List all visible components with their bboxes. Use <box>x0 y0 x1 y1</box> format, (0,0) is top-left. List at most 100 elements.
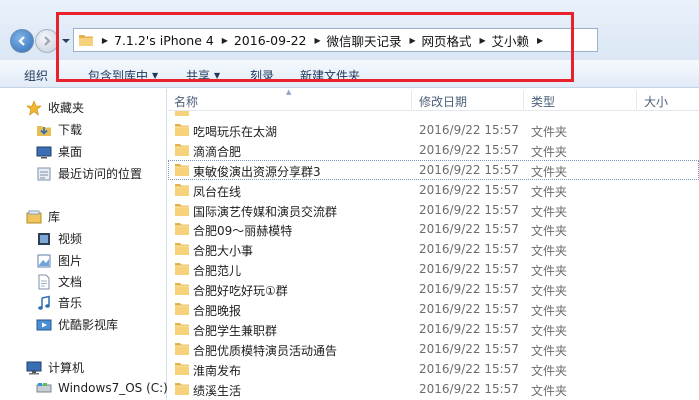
breadcrumb-item[interactable]: ▶ <box>534 36 546 45</box>
breadcrumb-item[interactable]: ▶ 微信聊天记录 <box>312 31 407 50</box>
file-name: 東敏俊演出资源分享群3 <box>193 164 321 179</box>
folder-icon <box>175 223 189 236</box>
back-button[interactable] <box>10 29 34 53</box>
sidebar-item-videos[interactable]: 视频 <box>36 230 82 247</box>
table-row[interactable]: 東敏俊演出资源分享群3 2016/9/22 15:57 文件夹 <box>168 159 699 180</box>
table-row[interactable]: 滴滴合肥 2016/9/22 15:57 文件夹 <box>168 140 699 160</box>
table-row[interactable]: 合肥晚报 2016/9/22 15:57 文件夹 <box>168 299 699 319</box>
chevron-right-icon[interactable]: ▶ <box>407 36 419 45</box>
sidebar-item-recent-places[interactable]: 最近访问的位置 <box>36 165 142 182</box>
breadcrumb-item[interactable]: ▶ 7.1.2's iPhone 4 <box>99 33 219 48</box>
burn-button[interactable]: 刻录 <box>250 67 274 84</box>
organize-button[interactable]: 组织 <box>24 67 48 84</box>
file-type: 文件夹 <box>531 164 568 179</box>
sidebar-item-desktop[interactable]: 桌面 <box>36 143 82 160</box>
table-row[interactable]: 合肥优质模特演员活动通告 2016/9/22 15:57 文件夹 <box>168 339 699 359</box>
sidebar-item-computer[interactable]: 计算机 <box>26 359 84 376</box>
file-modified-date: 2016/9/22 15:57 <box>419 122 519 137</box>
breadcrumb-item[interactable]: ▶ 艾小赖 <box>477 31 535 50</box>
file-type: 文件夹 <box>531 184 568 199</box>
table-row[interactable]: 国际演艺传媒和演员交流群 2016/9/22 15:57 文件夹 <box>168 200 699 220</box>
file-name: 凤台在线 <box>193 184 242 199</box>
star-icon <box>26 99 42 116</box>
column-divider[interactable] <box>523 91 524 109</box>
chevron-right-icon[interactable]: ▶ <box>312 36 324 45</box>
file-type: 文件夹 <box>531 264 568 279</box>
chevron-down-icon: ▼ <box>152 71 159 80</box>
table-row[interactable]: 淮南发布 2016/9/22 15:57 文件夹 <box>168 359 699 379</box>
table-row[interactable]: 凤台在线 2016/9/22 15:57 文件夹 <box>168 180 699 200</box>
file-type: 文件夹 <box>531 343 568 358</box>
new-folder-button[interactable]: 新建文件夹 <box>300 67 360 84</box>
sidebar-item-documents[interactable]: 文档 <box>36 273 82 290</box>
file-type: 文件夹 <box>531 304 568 318</box>
table-row[interactable]: 合肥大小事 2016/9/22 15:57 文件夹 <box>168 239 699 259</box>
breadcrumb-label[interactable]: 网页格式 <box>419 31 477 50</box>
table-row[interactable]: 合肥09～丽赫模特 2016/9/22 15:57 文件夹 <box>168 219 699 239</box>
breadcrumb-item[interactable]: ▶ 2016-09-22 <box>219 33 312 48</box>
file-name: 合肥学生兼职群 <box>193 323 278 338</box>
breadcrumb-label[interactable]: 艾小赖 <box>489 31 535 50</box>
file-modified-date: 2016/9/22 15:57 <box>419 282 519 297</box>
column-header-name[interactable]: 名称 <box>174 93 198 110</box>
file-modified-date: 2016/9/22 15:57 <box>419 381 519 396</box>
sidebar-label: 下载 <box>58 123 83 137</box>
title-area: ▶ 7.1.2's iPhone 4 ▶ 2016-09-22 ▶ 微信聊天记录… <box>0 0 699 60</box>
chevron-right-icon[interactable]: ▶ <box>534 36 546 45</box>
sidebar-label: 文档 <box>58 275 83 289</box>
folder-icon <box>175 283 189 296</box>
file-modified-date: 2016/9/22 15:57 <box>419 162 519 177</box>
file-modified-date: 2016/9/22 15:57 <box>419 321 519 336</box>
sidebar-item-pictures[interactable]: 图片 <box>36 252 82 269</box>
include-in-library-label: 包含到库中 <box>88 69 149 83</box>
breadcrumb-label[interactable]: 微信聊天记录 <box>324 31 407 50</box>
file-name: 淮南发布 <box>193 363 242 378</box>
folder-icon <box>175 183 189 196</box>
column-divider[interactable] <box>636 91 637 109</box>
table-row[interactable]: 合肥好吃好玩①群 2016/9/22 15:57 文件夹 <box>168 279 699 299</box>
sidebar-item-youku-library[interactable]: 优酷影视库 <box>36 316 118 333</box>
file-modified-date: 2016/9/22 15:57 <box>419 361 519 376</box>
share-button[interactable]: 共享 ▼ <box>186 67 220 84</box>
folder-icon <box>175 203 189 216</box>
breadcrumb-item[interactable]: ▶ 网页格式 <box>407 31 477 50</box>
sidebar-item-downloads[interactable]: 下载 <box>36 121 82 138</box>
file-type: 文件夹 <box>531 284 568 299</box>
column-divider[interactable] <box>411 91 412 109</box>
chevron-right-icon[interactable]: ▶ <box>99 36 111 45</box>
sidebar-item-favorites[interactable]: 收藏夹 <box>26 99 84 116</box>
table-row[interactable]: 吃喝玩乐在太湖 2016/9/22 15:57 文件夹 <box>168 120 699 140</box>
column-header-size[interactable]: 大小 <box>644 93 668 110</box>
address-bar[interactable]: ▶ 7.1.2's iPhone 4 ▶ 2016-09-22 ▶ 微信聊天记录… <box>73 28 598 52</box>
file-modified-date: 2016/9/22 15:57 <box>419 202 519 217</box>
table-row[interactable]: 绩溪生活 2016/9/22 15:57 文件夹 <box>168 379 699 399</box>
file-name: 合肥优质模特演员活动通告 <box>193 343 338 358</box>
sidebar-item-music[interactable]: 音乐 <box>36 294 82 311</box>
sort-ascending-icon: ▲ <box>286 88 292 96</box>
table-row[interactable] <box>168 111 699 120</box>
table-row[interactable]: 合肥学生兼职群 2016/9/22 15:57 文件夹 <box>168 319 699 339</box>
arrow-right-icon <box>44 36 51 46</box>
include-in-library-button[interactable]: 包含到库中 ▼ <box>88 67 158 84</box>
folder-icon <box>175 342 189 355</box>
column-header-date[interactable]: 修改日期 <box>419 93 467 110</box>
chevron-right-icon[interactable]: ▶ <box>219 36 231 45</box>
sidebar-item-drive-c[interactable]: Windows7_OS (C:) <box>36 380 168 396</box>
chevron-right-icon[interactable]: ▶ <box>477 36 489 45</box>
recent-pages-dropdown[interactable] <box>61 36 71 46</box>
file-name: 合肥范儿 <box>193 264 242 279</box>
column-header-type[interactable]: 类型 <box>531 93 555 110</box>
file-type: 文件夹 <box>531 204 568 219</box>
file-type: 文件夹 <box>531 363 568 378</box>
file-modified-date: 2016/9/22 15:57 <box>419 142 519 157</box>
breadcrumb-label[interactable]: 7.1.2's iPhone 4 <box>111 33 219 48</box>
youku-library-icon <box>36 319 52 330</box>
folder-icon <box>175 362 189 375</box>
table-row[interactable]: 合肥范儿 2016/9/22 15:57 文件夹 <box>168 259 699 279</box>
sidebar-label: Windows7_OS (C:) <box>58 381 168 395</box>
sidebar-item-libraries[interactable]: 库 <box>26 208 60 225</box>
breadcrumb-label[interactable]: 2016-09-22 <box>231 33 312 48</box>
file-modified-date: 2016/9/22 15:57 <box>419 222 519 237</box>
file-rows: 吃喝玩乐在太湖 2016/9/22 15:57 文件夹 滴滴合肥 2016/9/22 1… <box>168 111 699 400</box>
forward-button[interactable] <box>35 29 59 53</box>
